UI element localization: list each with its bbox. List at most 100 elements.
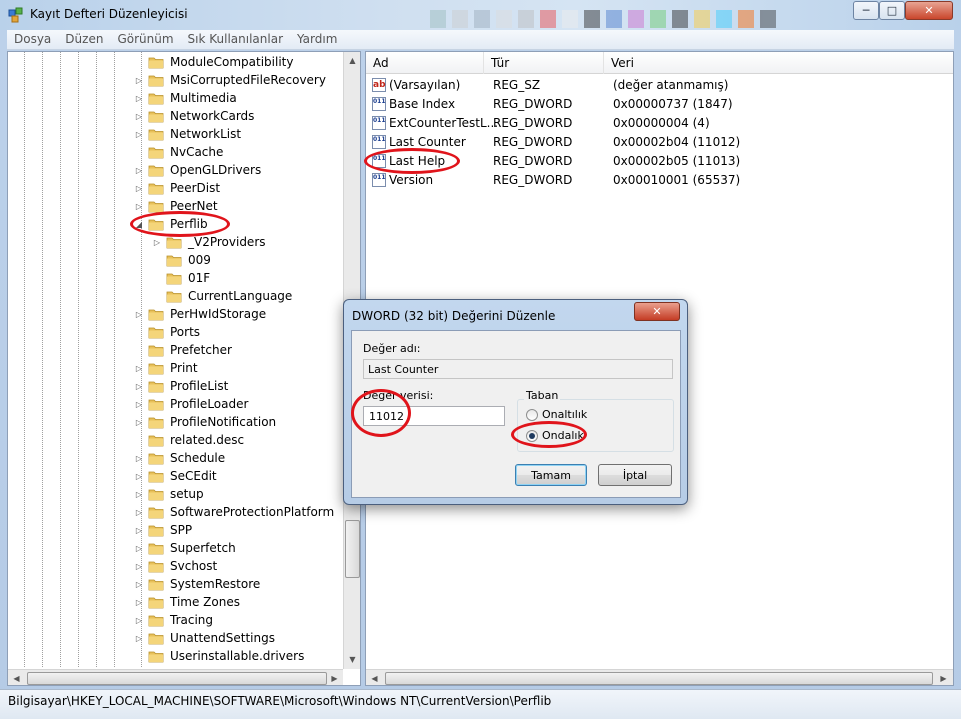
expand-arrow-icon[interactable]: ▷ bbox=[152, 237, 162, 247]
tree-scroll-thumb[interactable] bbox=[345, 520, 360, 578]
list-row[interactable]: 011 Last Help REG_DWORD 0x00002b05 (11013) bbox=[366, 152, 953, 171]
expand-arrow-icon[interactable]: ◢ bbox=[134, 219, 144, 229]
tree-item[interactable]: ▷ OpenGLDrivers bbox=[134, 161, 261, 179]
tree-item[interactable]: ▷ NetworkCards bbox=[134, 107, 255, 125]
expand-arrow-icon[interactable]: ▷ bbox=[134, 399, 144, 409]
tree-item[interactable]: ▷ Time Zones bbox=[134, 593, 240, 611]
tree-item[interactable]: Prefetcher bbox=[134, 341, 232, 359]
tree-item[interactable]: Ports bbox=[134, 323, 200, 341]
menu-file[interactable]: Dosya bbox=[7, 30, 58, 49]
radio-decimal[interactable]: Ondalık bbox=[526, 429, 584, 442]
tree-item[interactable]: ▷ NetworkList bbox=[134, 125, 241, 143]
scroll-right-icon[interactable]: ▶ bbox=[935, 670, 952, 685]
tree-item[interactable]: ▷ Tracing bbox=[134, 611, 213, 629]
tree-horizontal-scrollbar[interactable]: ◀ ▶ bbox=[8, 669, 343, 685]
tree-item[interactable]: ▷ SPP bbox=[134, 521, 192, 539]
tree-item[interactable]: ▷ MsiCorruptedFileRecovery bbox=[134, 71, 326, 89]
tree-item[interactable]: ▷ ProfileNotification bbox=[134, 413, 276, 431]
dialog-close-button[interactable]: ✕ bbox=[634, 302, 680, 321]
scroll-left-icon[interactable]: ◀ bbox=[366, 670, 383, 685]
tree-item[interactable]: ▷ SeCEdit bbox=[134, 467, 217, 485]
tree-item[interactable]: ModuleCompatibility bbox=[134, 53, 293, 71]
menu-help[interactable]: Yardım bbox=[290, 30, 344, 49]
column-data-header[interactable]: Veri bbox=[604, 52, 953, 74]
expand-arrow-icon[interactable]: ▷ bbox=[134, 453, 144, 463]
expand-arrow-icon[interactable]: ▷ bbox=[134, 381, 144, 391]
expand-arrow-icon[interactable]: ▷ bbox=[134, 165, 144, 175]
menu-favorites[interactable]: Sık Kullanılanlar bbox=[181, 30, 290, 49]
expand-arrow-icon[interactable]: ▷ bbox=[134, 417, 144, 427]
expand-arrow-icon[interactable]: ▷ bbox=[134, 75, 144, 85]
tree-item[interactable]: ▷ _V2Providers bbox=[152, 233, 266, 251]
close-button[interactable]: ✕ bbox=[905, 1, 953, 20]
menu-view[interactable]: Görünüm bbox=[110, 30, 180, 49]
tree-item[interactable]: ▷ Print bbox=[134, 359, 198, 377]
radio-hexadecimal[interactable]: Onaltılık bbox=[526, 408, 587, 421]
expand-arrow-icon[interactable]: ▷ bbox=[134, 489, 144, 499]
column-type-header[interactable]: Tür bbox=[484, 52, 604, 74]
scroll-down-icon[interactable]: ▼ bbox=[344, 651, 360, 668]
list-row[interactable]: ab (Varsayılan) REG_SZ (değer atanmamış) bbox=[366, 76, 953, 95]
tree-item[interactable]: related.desc bbox=[134, 431, 244, 449]
tree-item[interactable]: ▷ Superfetch bbox=[134, 539, 236, 557]
tree-item-label: OpenGLDrivers bbox=[170, 163, 262, 177]
expand-arrow-icon[interactable]: ▷ bbox=[134, 561, 144, 571]
ok-button[interactable]: Tamam bbox=[515, 464, 587, 486]
expand-arrow-icon[interactable]: ▷ bbox=[134, 201, 144, 211]
column-name-header[interactable]: Ad bbox=[366, 52, 484, 74]
tree-item[interactable]: ▷ PerHwIdStorage bbox=[134, 305, 266, 323]
tree-item[interactable]: ▷ ProfileLoader bbox=[134, 395, 249, 413]
tree-item[interactable]: CurrentLanguage bbox=[152, 287, 292, 305]
tree-item[interactable]: ▷ Schedule bbox=[134, 449, 225, 467]
tree-item[interactable]: NvCache bbox=[134, 143, 223, 161]
scroll-left-icon[interactable]: ◀ bbox=[8, 670, 25, 685]
radio-button-icon[interactable] bbox=[526, 429, 538, 442]
tree-item-label: related.desc bbox=[170, 433, 245, 447]
expand-arrow-icon[interactable]: ▷ bbox=[134, 543, 144, 553]
expand-arrow-icon[interactable]: ▷ bbox=[134, 633, 144, 643]
tree-item[interactable]: 009 bbox=[152, 251, 211, 269]
tree-item[interactable]: ▷ setup bbox=[134, 485, 204, 503]
tree-item[interactable]: ▷ ProfileList bbox=[134, 377, 228, 395]
value-data-input[interactable]: 11012 bbox=[363, 406, 505, 426]
tree-item[interactable]: ▷ Multimedia bbox=[134, 89, 237, 107]
tree-item[interactable]: ◢ Perflib bbox=[134, 215, 208, 233]
menu-edit[interactable]: Düzen bbox=[58, 30, 110, 49]
expand-arrow-icon[interactable]: ▷ bbox=[134, 183, 144, 193]
scroll-right-icon[interactable]: ▶ bbox=[326, 670, 343, 685]
expand-arrow-icon[interactable]: ▷ bbox=[134, 363, 144, 373]
expand-arrow-icon[interactable]: ▷ bbox=[134, 129, 144, 139]
expand-arrow-icon[interactable]: ▷ bbox=[134, 615, 144, 625]
tree-item[interactable]: Userinstallable.drivers bbox=[134, 647, 304, 665]
tree-item[interactable]: ▷ SystemRestore bbox=[134, 575, 260, 593]
list-row[interactable]: 011 Last Counter REG_DWORD 0x00002b04 (1101… bbox=[366, 133, 953, 152]
expand-arrow-icon[interactable]: ▷ bbox=[134, 597, 144, 607]
expand-arrow-icon[interactable]: ▷ bbox=[134, 471, 144, 481]
maximize-button[interactable]: □ bbox=[879, 1, 905, 20]
list-row[interactable]: 011 Base Index REG_DWORD 0x00000737 (1847) bbox=[366, 95, 953, 114]
expand-arrow-icon[interactable]: ▷ bbox=[134, 111, 144, 121]
expand-arrow-icon[interactable]: ▷ bbox=[134, 507, 144, 517]
key-tree[interactable]: ModuleCompatibility ▷ MsiCorruptedFileReco… bbox=[7, 51, 361, 686]
list-horizontal-scrollbar[interactable]: ◀ ▶ bbox=[366, 669, 953, 685]
tree-item[interactable]: ▷ SoftwareProtectionPlatform bbox=[134, 503, 334, 521]
minimize-button[interactable]: ─ bbox=[853, 1, 879, 20]
list-row[interactable]: 011 Version REG_DWORD 0x00010001 (65537) bbox=[366, 171, 953, 190]
cancel-button[interactable]: İptal bbox=[598, 464, 672, 486]
expand-arrow-icon[interactable]: ▷ bbox=[134, 579, 144, 589]
tree-item[interactable]: 01F bbox=[152, 269, 210, 287]
tree-item[interactable]: ▷ PeerNet bbox=[134, 197, 218, 215]
tree-item[interactable]: ▷ PeerDist bbox=[134, 179, 220, 197]
radio-button-icon[interactable] bbox=[526, 408, 538, 421]
expand-arrow-icon[interactable]: ▷ bbox=[134, 525, 144, 535]
tree-hscroll-thumb[interactable] bbox=[27, 672, 327, 685]
expand-arrow-icon[interactable]: ▷ bbox=[134, 93, 144, 103]
tree-item[interactable]: ▷ UnattendSettings bbox=[134, 629, 275, 647]
list-hscroll-thumb[interactable] bbox=[385, 672, 933, 685]
scroll-up-icon[interactable]: ▲ bbox=[344, 52, 360, 69]
title-bar[interactable]: Kayıt Defteri Düzenleyicisi ─ □ ✕ bbox=[0, 0, 961, 30]
list-row[interactable]: 011 ExtCounterTestL... REG_DWORD 0x00000004… bbox=[366, 114, 953, 133]
tree-item[interactable]: ▷ Svchost bbox=[134, 557, 217, 575]
expand-arrow-icon[interactable]: ▷ bbox=[134, 309, 144, 319]
